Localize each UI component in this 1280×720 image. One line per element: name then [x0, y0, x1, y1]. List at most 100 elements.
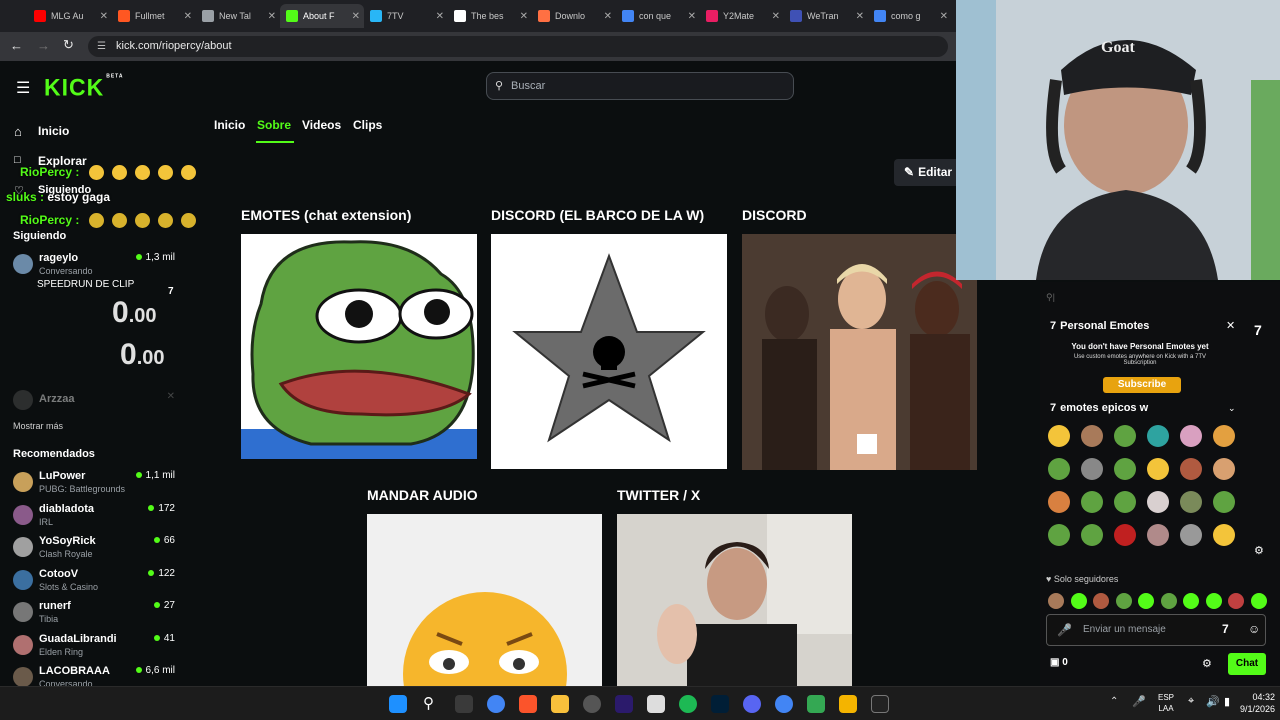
close-tab-icon[interactable]: ✕ — [100, 11, 108, 22]
quick-emote-icon[interactable] — [1160, 593, 1177, 609]
quick-emote-icon[interactable] — [1228, 593, 1244, 609]
following-channel-arzzaa[interactable]: Arzzaa ✕ — [13, 388, 193, 418]
emote-icon[interactable] — [1114, 524, 1136, 546]
chat-settings-icon[interactable]: ⚙ — [1202, 657, 1212, 670]
recommended-channel[interactable]: YoSoyRick Clash Royale 66 — [13, 535, 193, 565]
tab-home[interactable]: Inicio — [214, 118, 245, 132]
file-explorer-icon[interactable] — [551, 695, 569, 713]
emote-icon[interactable] — [1081, 524, 1103, 546]
show-more-link[interactable]: Mostrar más — [13, 421, 63, 431]
browser-tab[interactable]: MLG Au ✕ — [28, 4, 112, 28]
settings-icon[interactable]: ⚙ — [1254, 544, 1264, 557]
emote-icon[interactable] — [1213, 458, 1235, 480]
browser-tab[interactable]: WeTran ✕ — [784, 4, 868, 28]
emote-icon[interactable] — [1180, 425, 1202, 447]
quick-emote-icon[interactable] — [1070, 593, 1087, 609]
site-info-icon[interactable]: ☰ — [97, 36, 106, 57]
quick-emote-icon[interactable] — [1048, 593, 1064, 609]
capcut-2-icon[interactable] — [871, 695, 889, 713]
emote-icon[interactable] — [1147, 524, 1169, 546]
back-icon[interactable]: ← — [10, 38, 23, 53]
recommended-channel[interactable]: CotooV Slots & Casino 122 — [13, 568, 193, 598]
panel-image-discord-barco[interactable] — [491, 234, 727, 469]
close-tab-icon[interactable]: ✕ — [352, 11, 360, 22]
browser-tab[interactable]: New Tal ✕ — [196, 4, 280, 28]
emote-icon[interactable] — [1114, 491, 1136, 513]
nav-home[interactable]: Inicio — [38, 124, 69, 138]
emote-icon[interactable] — [1213, 425, 1235, 447]
emote-icon[interactable] — [1081, 491, 1103, 513]
7tv-tab-icon[interactable]: 7 — [1254, 322, 1262, 338]
url-field[interactable]: ☰ kick.com/riopercy/about — [88, 36, 948, 57]
quick-emote-icon[interactable] — [1183, 593, 1199, 609]
chevron-down-icon[interactable]: ⌄ — [1228, 403, 1236, 414]
panel-image-audio[interactable] — [367, 514, 602, 686]
quick-emote-icon[interactable] — [1115, 593, 1132, 609]
reload-icon[interactable]: ↻ — [63, 37, 74, 53]
emote-icon[interactable] — [1048, 524, 1070, 546]
browser-tab[interactable]: 7TV ✕ — [364, 4, 448, 28]
tab-about[interactable]: Sobre — [257, 118, 291, 132]
close-tab-icon[interactable]: ✕ — [856, 11, 864, 22]
menu-icon[interactable]: ☰ — [16, 78, 30, 98]
chrome-icon[interactable] — [487, 695, 505, 713]
spotify-icon[interactable] — [679, 695, 697, 713]
search-input[interactable]: ⚲ Buscar — [486, 72, 794, 100]
quick-emote-icon[interactable] — [1250, 593, 1267, 609]
close-tab-icon[interactable]: ✕ — [520, 11, 528, 22]
close-tab-icon[interactable]: ✕ — [604, 11, 612, 22]
tab-clips[interactable]: Clips — [353, 118, 382, 132]
emote-icon[interactable] — [1048, 491, 1070, 513]
panel-image-emotes[interactable] — [241, 234, 477, 459]
recommended-channel[interactable]: LuPower PUBG: Battlegrounds 1,1 mil — [13, 470, 193, 500]
recommended-channel[interactable]: GuadaLibrandi Elden Ring 41 — [13, 633, 193, 663]
emote-icon[interactable] — [1048, 425, 1070, 447]
microphone-icon[interactable]: 🎤 — [1057, 623, 1072, 637]
mic-tray-icon[interactable]: 🎤 — [1132, 695, 1146, 708]
emote-icon[interactable] — [1114, 425, 1136, 447]
photoshop-icon[interactable] — [711, 695, 729, 713]
emote-icon[interactable] — [1180, 491, 1202, 513]
emote-icon[interactable] — [1048, 458, 1070, 480]
tray-chevron-icon[interactable]: ⌃ — [1110, 696, 1118, 707]
emote-icon[interactable] — [1147, 491, 1169, 513]
battery-icon[interactable]: ▮ — [1224, 695, 1230, 708]
start-icon[interactable] — [389, 695, 407, 713]
subscribe-button[interactable]: Subscribe — [1103, 377, 1181, 393]
browser-tab[interactable]: Downlo ✕ — [532, 4, 616, 28]
capcut-icon[interactable] — [647, 695, 665, 713]
close-tab-icon[interactable]: ✕ — [688, 11, 696, 22]
browser-tab[interactable]: The bes ✕ — [448, 4, 532, 28]
chrome-2-icon[interactable] — [775, 695, 793, 713]
tab-videos[interactable]: Videos — [302, 118, 341, 132]
discord-icon[interactable] — [743, 695, 761, 713]
channel-points[interactable]: ▣ 0 — [1050, 657, 1068, 668]
clock[interactable]: 04:32 9/1/2026 — [1240, 691, 1275, 715]
browser-tab[interactable]: con que ✕ — [616, 4, 700, 28]
obs-icon[interactable] — [583, 695, 601, 713]
panel-image-discord[interactable] — [742, 234, 977, 470]
emote-icon[interactable] — [1180, 458, 1202, 480]
browser-tab[interactable]: About F ✕ — [280, 4, 364, 28]
close-tab-icon[interactable]: ✕ — [184, 11, 192, 22]
emote-icon[interactable] — [1114, 458, 1136, 480]
kick-logo[interactable]: KICK BETA — [44, 73, 123, 101]
browser-tab[interactable]: como g ✕ — [868, 4, 952, 28]
edit-button[interactable]: ✎ Editar — [894, 159, 956, 186]
quick-emote-icon[interactable] — [1205, 593, 1222, 609]
emote-icon[interactable] — [1081, 458, 1103, 480]
emote-icon[interactable] — [1213, 524, 1235, 546]
language-indicator[interactable]: ESP LAA — [1158, 692, 1174, 714]
brave-icon[interactable] — [519, 695, 537, 713]
emote-icon[interactable] — [1147, 458, 1169, 480]
panel-image-twitter[interactable] — [617, 514, 852, 686]
quick-emote-icon[interactable] — [1138, 593, 1154, 609]
emote-icon[interactable] — [1081, 425, 1103, 447]
recommended-channel[interactable]: diabladota IRL 172 — [13, 503, 193, 533]
close-tab-icon[interactable]: ✕ — [436, 11, 444, 22]
task-view-icon[interactable] — [455, 695, 473, 713]
volume-icon[interactable]: 🔊 — [1206, 695, 1220, 708]
notes-icon[interactable] — [839, 695, 857, 713]
search-taskbar-icon[interactable]: ⚲ — [423, 694, 434, 712]
chat-message-input[interactable]: 🎤 Enviar un mensaje 7 ☺ — [1046, 614, 1266, 646]
